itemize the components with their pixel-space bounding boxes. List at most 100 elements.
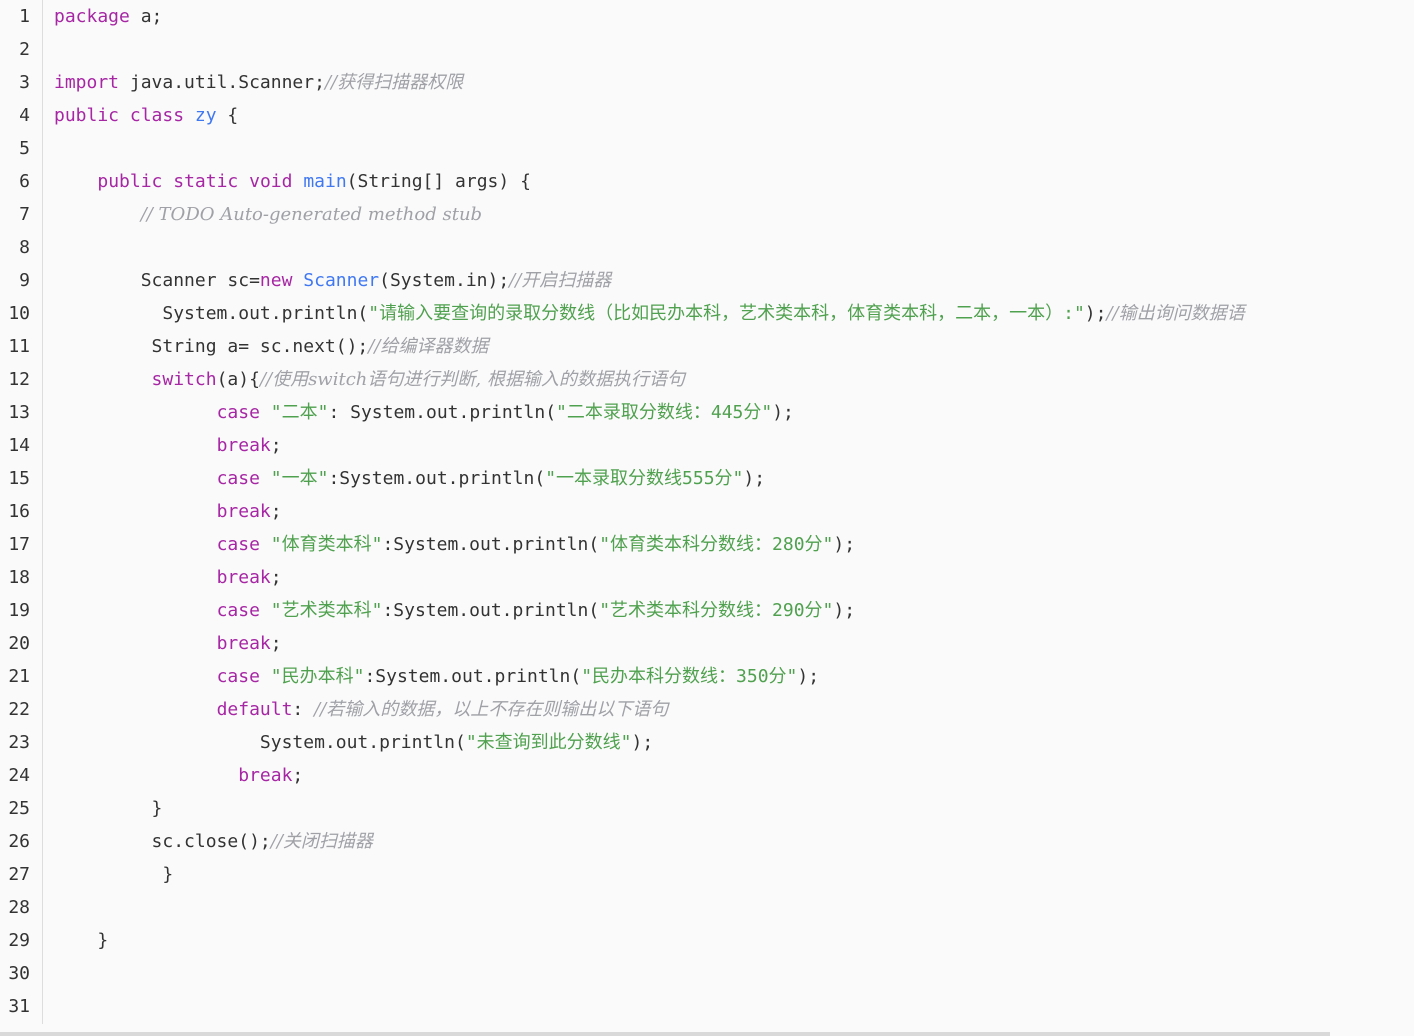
line-code: case "二本": System.out.println("二本录取分数线：4… bbox=[54, 396, 794, 429]
code-line: 17 case "体育类本科":System.out.println("体育类本… bbox=[0, 528, 1414, 561]
code-line: 19 case "艺术类本科":System.out.println("艺术类本… bbox=[0, 594, 1414, 627]
code-text: (String[] args) { bbox=[346, 171, 531, 192]
code-line: 11 String a= sc.next();//给编译器数据 bbox=[0, 330, 1414, 363]
code-text: System.out.println( bbox=[54, 732, 466, 753]
code-line: 13 case "二本": System.out.println("二本录取分数… bbox=[0, 396, 1414, 429]
code-comment: //给编译器数据 bbox=[368, 336, 489, 357]
code-text: ; bbox=[270, 435, 282, 456]
line-code: break; bbox=[54, 759, 303, 792]
code-text: ; bbox=[270, 633, 282, 654]
code-keyword: switch bbox=[151, 369, 217, 390]
code-text: : bbox=[292, 699, 315, 720]
line-number: 12 bbox=[8, 369, 30, 390]
line-code: package a; bbox=[54, 0, 162, 33]
code-text: { bbox=[216, 105, 239, 126]
code-keyword: package bbox=[54, 6, 130, 27]
code-line: 14 break; bbox=[0, 429, 1414, 462]
line-number: 1 bbox=[19, 6, 30, 27]
code-string: "民办本科分数线：350分" bbox=[581, 666, 798, 687]
line-number: 13 bbox=[8, 402, 30, 423]
code-text: :System.out.println( bbox=[382, 534, 600, 555]
code-text: (a){ bbox=[216, 369, 260, 390]
line-code: case "民办本科":System.out.println("民办本科分数线：… bbox=[54, 660, 820, 693]
code-comment: //使用switch语句进行判断, 根据输入的数据执行语句 bbox=[259, 369, 685, 390]
code-line: 26 sc.close();//关闭扫描器 bbox=[0, 825, 1414, 858]
line-code: case "一本":System.out.println("一本录取分数线555… bbox=[54, 462, 766, 495]
line-number: 30 bbox=[8, 963, 30, 984]
code-keyword: import bbox=[54, 72, 120, 93]
line-number: 19 bbox=[8, 600, 30, 621]
line-number: 22 bbox=[8, 699, 30, 720]
line-code: System.out.println("请输入要查询的录取分数线（比如民办本科，… bbox=[54, 297, 1245, 330]
code-line: 22 default: //若输入的数据，以上不存在则输出以下语句 bbox=[0, 693, 1414, 726]
code-line: 25 } bbox=[0, 792, 1414, 825]
code-line: 15 case "一本":System.out.println("一本录取分数线… bbox=[0, 462, 1414, 495]
line-code: sc.close();//关闭扫描器 bbox=[54, 825, 373, 858]
code-line: 29 } bbox=[0, 924, 1414, 957]
code-text: :System.out.println( bbox=[328, 468, 546, 489]
line-number: 23 bbox=[8, 732, 30, 753]
code-line: 16 break; bbox=[0, 495, 1414, 528]
horizontal-scrollbar[interactable] bbox=[0, 1032, 1330, 1036]
code-comment: // TODO Auto-generated method stub bbox=[140, 204, 483, 225]
code-keyword: break bbox=[238, 765, 293, 786]
line-code: System.out.println("未查询到此分数线"); bbox=[54, 726, 653, 759]
line-number: 31 bbox=[8, 996, 30, 1017]
code-string: "未查询到此分数线" bbox=[465, 732, 632, 753]
code-keyword: void bbox=[249, 171, 293, 192]
code-keyword: break bbox=[216, 567, 271, 588]
code-text: ); bbox=[772, 402, 794, 423]
code-comment: //输出询问数据语 bbox=[1106, 303, 1245, 324]
code-string: "一本录取分数线555分" bbox=[545, 468, 744, 489]
code-text: a; bbox=[129, 6, 163, 27]
code-text: ); bbox=[833, 534, 856, 555]
line-code: break; bbox=[54, 429, 282, 462]
code-line: 4 public class zy { bbox=[0, 99, 1414, 132]
code-string: "艺术类本科" bbox=[270, 600, 383, 621]
line-code: default: //若输入的数据，以上不存在则输出以下语句 bbox=[54, 693, 669, 726]
line-number: 28 bbox=[8, 897, 30, 918]
line-code: break; bbox=[54, 627, 282, 660]
line-number: 8 bbox=[19, 237, 30, 258]
code-string: "一本" bbox=[270, 468, 329, 489]
line-number: 29 bbox=[8, 930, 30, 951]
code-text: sc.close(); bbox=[54, 831, 271, 852]
code-string: "二本" bbox=[270, 402, 329, 423]
code-keyword: case bbox=[216, 534, 260, 555]
line-number: 24 bbox=[8, 765, 30, 786]
code-line: 5 bbox=[0, 132, 1414, 165]
code-keyword: static bbox=[173, 171, 239, 192]
code-text: java.util.Scanner; bbox=[119, 72, 325, 93]
code-line: 1 package a; bbox=[0, 0, 1414, 33]
code-text: :System.out.println( bbox=[364, 666, 582, 687]
code-text: String a= sc.next(); bbox=[54, 336, 369, 357]
code-keyword: break bbox=[216, 501, 271, 522]
code-line: 31 bbox=[0, 990, 1414, 1023]
line-number: 4 bbox=[19, 105, 30, 126]
code-line: 8 bbox=[0, 231, 1414, 264]
line-code: case "艺术类本科":System.out.println("艺术类本科分数… bbox=[54, 594, 856, 627]
code-text: } bbox=[54, 930, 109, 951]
line-number: 15 bbox=[8, 468, 30, 489]
code-keyword: break bbox=[216, 633, 271, 654]
line-number: 17 bbox=[8, 534, 30, 555]
line-number: 26 bbox=[8, 831, 30, 852]
code-line: 27 } bbox=[0, 858, 1414, 891]
code-text: ; bbox=[270, 501, 282, 522]
code-keyword: new bbox=[259, 270, 293, 291]
